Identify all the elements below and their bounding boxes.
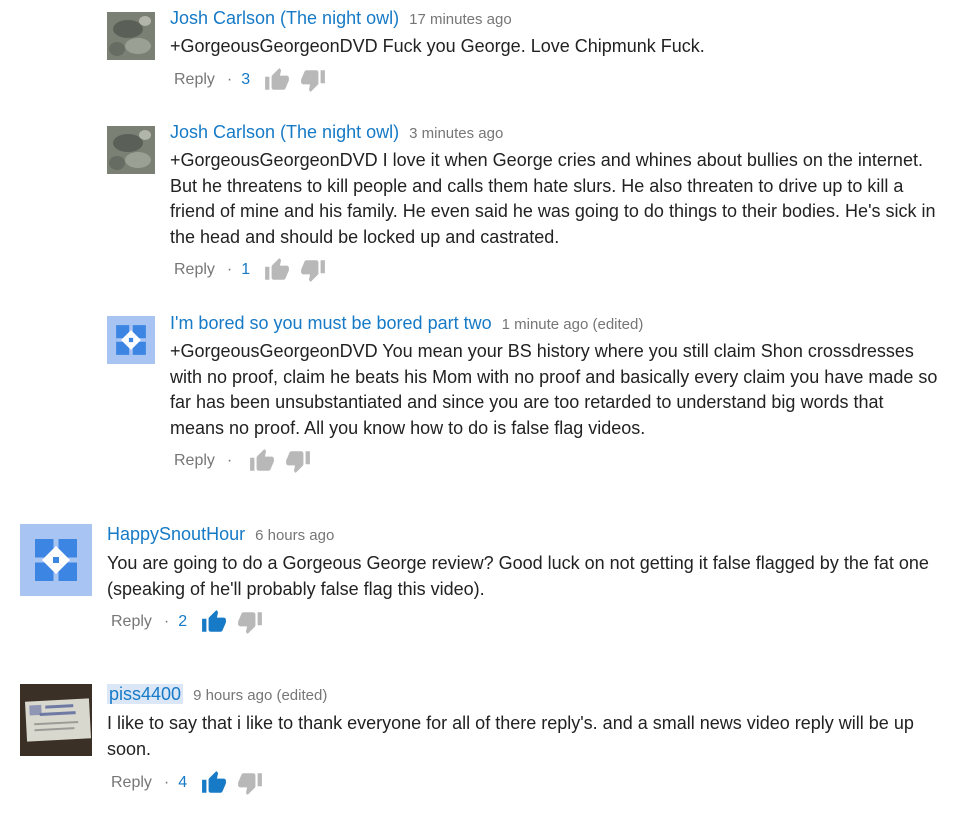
reply-button[interactable]: Reply [111,774,152,792]
avatar[interactable] [20,684,92,756]
thumbs-up-icon[interactable] [201,770,227,796]
reply-button[interactable]: Reply [174,71,215,89]
thumbs-down-icon[interactable] [300,67,326,93]
reply-button[interactable]: Reply [174,261,215,279]
reply-button[interactable]: Reply [111,613,152,631]
thumbs-up-icon[interactable] [264,257,290,283]
comment-author[interactable]: HappySnoutHour [107,524,245,544]
separator-dot: · [163,774,170,791]
thumbs-up-icon[interactable] [264,67,290,93]
default-avatar-icon [114,323,148,357]
like-count: 1 [241,261,251,278]
comment-time[interactable]: 17 minutes ago [409,11,512,28]
thumbs-up-icon[interactable] [201,609,227,635]
thumbs-down-icon[interactable] [237,770,263,796]
like-count: 2 [178,613,188,630]
like-count: 3 [241,71,251,88]
comment-text: You are going to do a Gorgeous George re… [107,553,929,599]
default-avatar-icon [32,536,80,584]
comment-time[interactable]: 9 hours ago (edited) [193,687,327,704]
avatar[interactable] [20,524,92,596]
separator-dot: · [226,261,233,278]
comment-text: +GorgeousGeorgeonDVD I love it when Geor… [170,150,936,247]
separator-dot: · [226,71,233,88]
comment-time[interactable]: 3 minutes ago [409,125,503,142]
avatar[interactable] [107,12,155,60]
comment-author[interactable]: Josh Carlson (The night owl) [170,122,399,142]
avatar[interactable] [107,126,155,174]
reply-button[interactable]: Reply [174,452,215,470]
separator-dot: · [226,452,233,469]
comment-text: I like to say that i like to thank every… [107,713,914,759]
comment-time[interactable]: 1 minute ago (edited) [502,316,644,333]
thumbs-down-icon[interactable] [237,609,263,635]
comment-text: +GorgeousGeorgeonDVD You mean your BS hi… [170,341,938,438]
like-count: 4 [178,774,188,791]
avatar[interactable] [107,316,155,364]
thumbs-up-icon[interactable] [249,448,275,474]
comment-author[interactable]: piss4400 [107,684,184,704]
comment-author[interactable]: Josh Carlson (The night owl) [170,8,399,28]
comment-author[interactable]: I'm bored so you must be bored part two [170,313,492,333]
comment-time[interactable]: 6 hours ago [255,527,334,544]
comment-text: +GorgeousGeorgeonDVD Fuck you George. Lo… [170,36,705,56]
separator-dot: · [163,613,170,630]
thumbs-down-icon[interactable] [285,448,311,474]
thumbs-down-icon[interactable] [300,257,326,283]
